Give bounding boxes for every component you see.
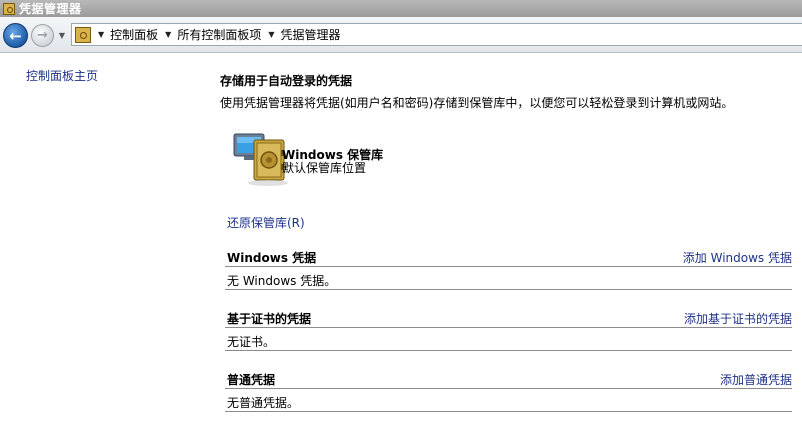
section-body: 无 Windows 凭据。 [225, 268, 792, 290]
left-pane: 控制面板主页 [0, 54, 205, 437]
add-generic-credential-link[interactable]: 添加普通凭据 [720, 371, 792, 388]
empty-message: 无 Windows 凭据。 [227, 274, 337, 288]
dropdown-arrow-icon[interactable]: ▼ [98, 30, 104, 39]
section-body: 无普通凭据。 [225, 390, 792, 412]
control-panel-home-link[interactable]: 控制面板主页 [26, 67, 98, 84]
page-description: 使用凭据管理器将凭据(如用户名和密码)存储到保管库中，以便您可以轻松登录到计算机… [220, 96, 734, 110]
breadcrumb-all-items[interactable]: 所有控制面板项 [177, 26, 261, 43]
section-header: Windows 凭据 添加 Windows 凭据 [225, 247, 792, 267]
dropdown-arrow-icon[interactable]: ▼ [165, 30, 171, 39]
window-title: 凭据管理器 [19, 2, 82, 16]
section-title: 基于证书的凭据 [227, 312, 312, 326]
credential-manager-icon [3, 2, 15, 15]
restore-vault-link[interactable]: 还原保管库(R) [227, 214, 305, 231]
credential-manager-icon [75, 26, 91, 43]
recent-pages-dropdown[interactable]: ▼ [57, 29, 67, 41]
empty-message: 无证书。 [227, 335, 276, 349]
navigation-bar: ← → ▼ ▼ 控制面板 ▼ 所有控制面板项 ▼ 凭据管理器 [0, 17, 802, 53]
section-header: 普通凭据 添加普通凭据 [225, 369, 792, 389]
add-windows-credential-link[interactable]: 添加 Windows 凭据 [683, 249, 792, 266]
forward-button[interactable]: → [31, 24, 54, 47]
empty-message: 无普通凭据。 [227, 396, 300, 410]
breadcrumb-credential-manager[interactable]: 凭据管理器 [281, 26, 341, 43]
dropdown-arrow-icon[interactable]: ▼ [268, 30, 274, 39]
forward-arrow-icon: → [37, 28, 48, 43]
generic-credentials-section: 普通凭据 添加普通凭据 无普通凭据。 [225, 369, 792, 419]
section-body: 无证书。 [225, 329, 792, 351]
back-button[interactable]: ← [3, 23, 28, 48]
breadcrumb-control-panel[interactable]: 控制面板 [110, 26, 158, 43]
windows-credentials-section: Windows 凭据 添加 Windows 凭据 无 Windows 凭据。 [225, 247, 792, 297]
section-title: Windows 凭据 [227, 251, 317, 265]
title-bar: 凭据管理器 [0, 0, 802, 17]
page-title: 存储用于自动登录的凭据 [220, 74, 353, 88]
address-bar[interactable]: ▼ 控制面板 ▼ 所有控制面板项 ▼ 凭据管理器 [71, 23, 802, 46]
certificate-credentials-section: 基于证书的凭据 添加基于证书的凭据 无证书。 [225, 308, 792, 358]
vault-subtitle: 默认保管库位置 [282, 161, 367, 175]
add-certificate-credential-link[interactable]: 添加基于证书的凭据 [684, 310, 792, 327]
section-header: 基于证书的凭据 添加基于证书的凭据 [225, 308, 792, 328]
back-arrow-icon: ← [9, 26, 22, 45]
section-title: 普通凭据 [227, 373, 276, 387]
dropdown-arrow-icon: ▼ [58, 30, 66, 40]
